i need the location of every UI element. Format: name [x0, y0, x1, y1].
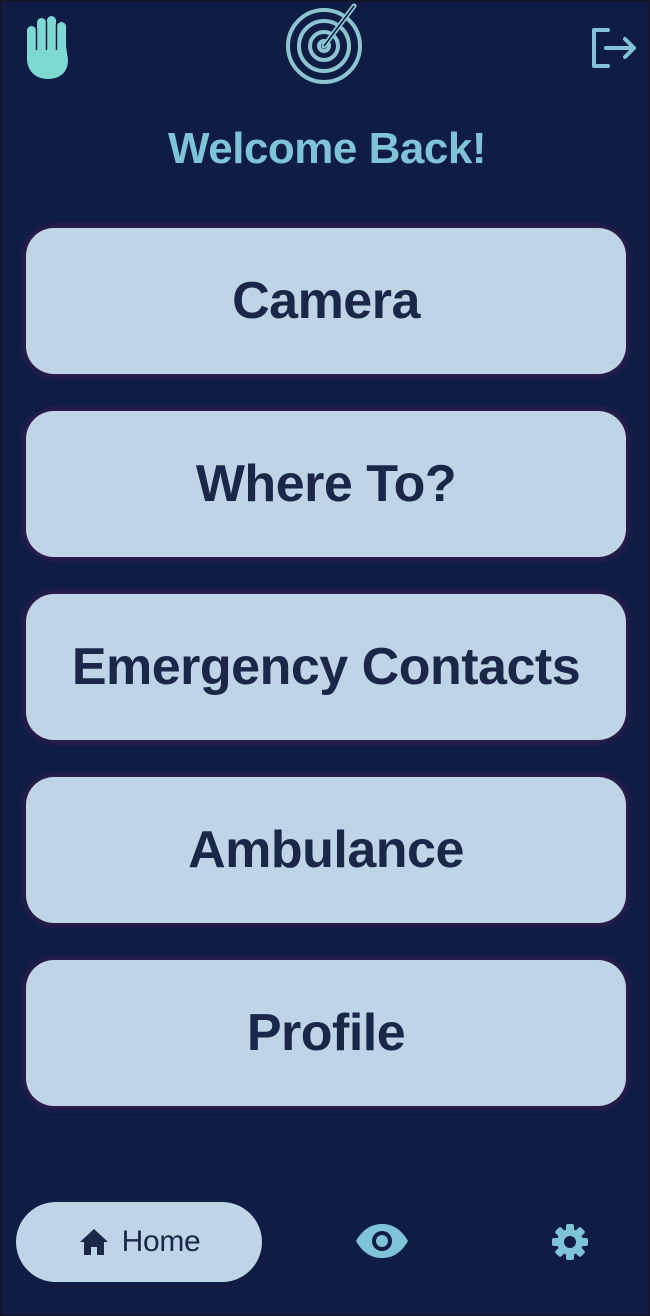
home-screen: Welcome Back! Camera Where To? Emergency… — [0, 0, 650, 1316]
gear-icon[interactable] — [550, 1222, 590, 1262]
nav-home-button[interactable]: Home — [16, 1202, 262, 1282]
top-bar: Welcome Back! — [2, 2, 650, 173]
logout-icon[interactable] — [588, 26, 640, 70]
bottom-nav: Home — [2, 1198, 650, 1288]
nav-home-label: Home — [121, 1225, 201, 1258]
where-to-button[interactable]: Where To? — [26, 411, 626, 557]
eye-icon[interactable] — [354, 1222, 410, 1260]
profile-button[interactable]: Profile — [26, 960, 626, 1106]
home-icon — [79, 1229, 108, 1255]
welcome-heading: Welcome Back! — [168, 124, 486, 173]
main-menu: Camera Where To? Emergency Contacts Ambu… — [26, 228, 626, 1143]
emergency-contacts-button[interactable]: Emergency Contacts — [26, 594, 626, 740]
ambulance-button[interactable]: Ambulance — [26, 777, 626, 923]
radar-logo-icon — [286, 3, 362, 84]
hand-icon[interactable] — [22, 16, 74, 80]
camera-button[interactable]: Camera — [26, 228, 626, 374]
